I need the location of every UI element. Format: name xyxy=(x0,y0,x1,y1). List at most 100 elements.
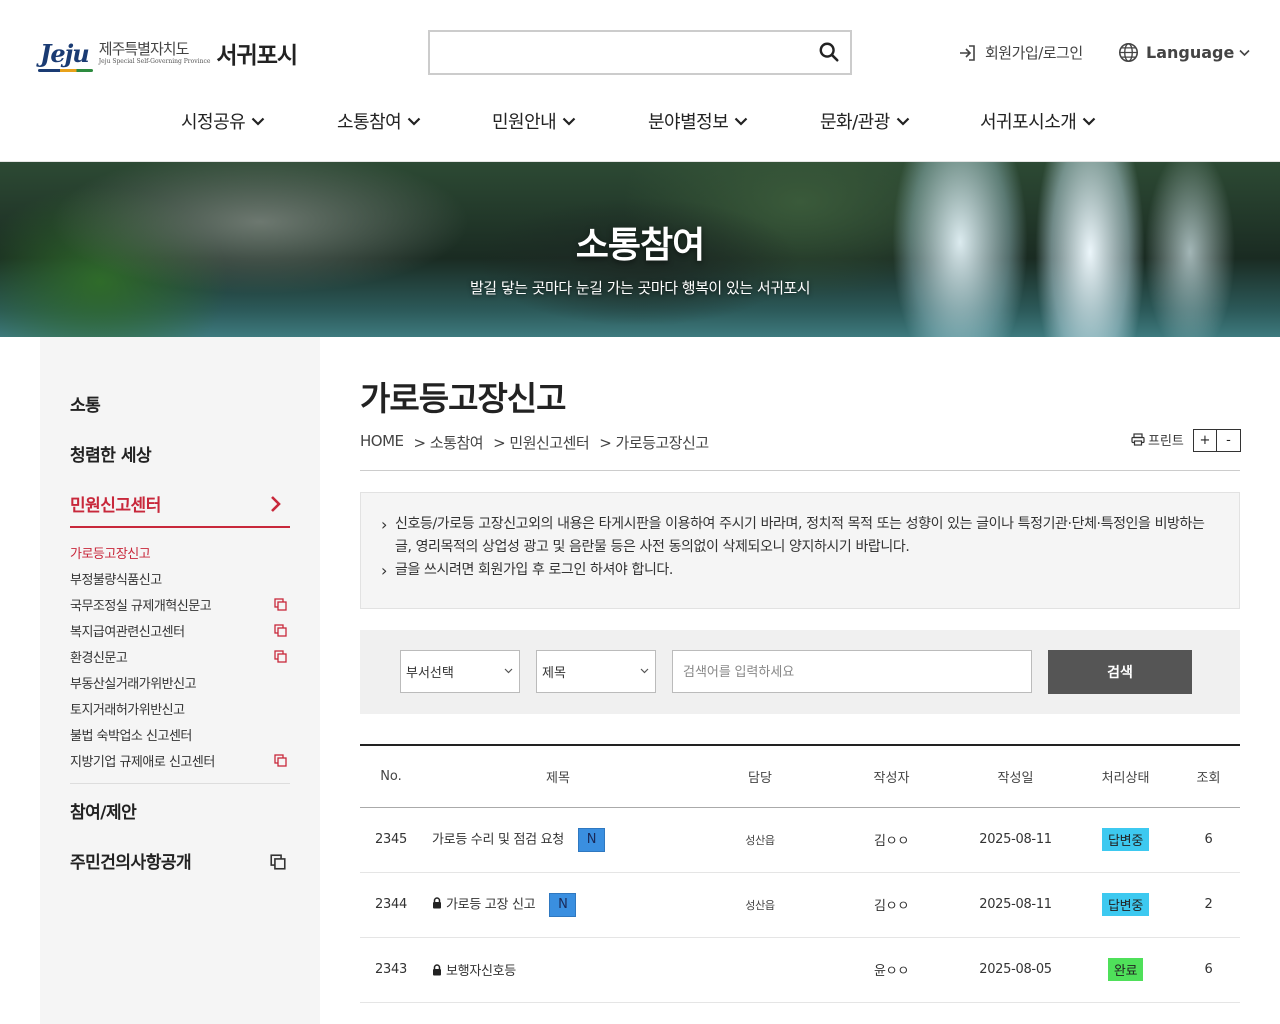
column-header-status: 처리상태 xyxy=(1074,745,1177,808)
sidebar-item-communication[interactable]: 소통 xyxy=(70,391,101,416)
sidebar-subitem-local-business[interactable]: 지방기업 규제애로 신고센터 xyxy=(70,751,215,770)
external-link-icon[interactable] xyxy=(274,754,287,767)
external-link-icon[interactable] xyxy=(270,854,286,870)
nav-label: 민원안내 xyxy=(492,112,557,133)
row-title-link[interactable]: 가로등 수리 및 점검 요청 xyxy=(432,832,564,847)
board-table: No. 제목 담당 작성자 작성일 처리상태 조회 2345 가로등 수리 및 … xyxy=(360,744,1240,1003)
row-dept xyxy=(694,937,826,1003)
external-link-icon[interactable] xyxy=(274,624,287,637)
table-header-row: No. 제목 담당 작성자 작성일 처리상태 조회 xyxy=(360,745,1240,808)
notice-text: 글을 쓰시려면 회원가입 후 로그인 하셔야 합니다. xyxy=(381,559,1219,582)
logo-sub: 제주특별자치도 xyxy=(98,40,190,58)
external-link-icon[interactable] xyxy=(274,598,287,611)
search-button[interactable]: 검색 xyxy=(1048,650,1192,694)
nav-item-share[interactable]: 시정공유 xyxy=(181,108,265,134)
breadcrumb-home[interactable]: HOME xyxy=(360,432,404,453)
nav-item-participation[interactable]: 소통참여 xyxy=(337,108,421,134)
row-title-cell[interactable]: 가로등 수리 및 점검 요청 N xyxy=(422,807,694,873)
printer-icon xyxy=(1131,433,1145,446)
row-status-cell: 완료 xyxy=(1074,937,1177,1003)
row-status-cell: 답변중 xyxy=(1074,872,1177,938)
zoom-controls: + - xyxy=(1193,429,1241,452)
row-author: 김ㅇㅇ xyxy=(826,872,957,938)
row-dept: 성산읍 xyxy=(694,872,826,938)
logo-en: Jeju Special Self-Governing Province xyxy=(98,58,211,65)
sidebar-subitem-regulation[interactable]: 국무조정실 규제개혁신문고 xyxy=(70,595,212,614)
lock-icon xyxy=(433,897,441,909)
field-select-value: 제목 xyxy=(542,666,566,681)
table-row[interactable]: 2344 가로등 고장 신고 N 성산읍 김ㅇㅇ 2025-08-11 답변중 2 xyxy=(360,872,1240,938)
sidebar-subitem-realestate[interactable]: 부동산실거래가위반신고 xyxy=(70,673,197,692)
department-select-value: 부서선택 xyxy=(406,666,454,681)
column-header-author: 작성자 xyxy=(826,745,957,808)
breadcrumb: HOME > 소통참여 > 민원신고센터 > 가로등고장신고 xyxy=(360,432,719,453)
table-row[interactable]: 2343 보행자신호등 윤ㅇㅇ 2025-08-05 완료 6 xyxy=(360,937,1240,1003)
title-divider xyxy=(360,470,1240,471)
new-badge: N xyxy=(549,892,577,917)
print-button[interactable]: 프린트 xyxy=(1131,430,1184,449)
row-no: 2344 xyxy=(360,872,422,938)
header-search xyxy=(428,30,852,75)
row-title-cell[interactable]: 보행자신호등 xyxy=(422,937,694,1003)
field-select[interactable]: 제목 xyxy=(536,650,656,693)
login-label: 회원가입/로그인 xyxy=(985,44,1083,62)
login-icon xyxy=(960,44,975,61)
external-link-icon[interactable] xyxy=(274,650,287,663)
row-dept: 성산읍 xyxy=(694,807,826,873)
status-badge: 답변중 xyxy=(1102,893,1149,916)
banner-title: 소통참여 xyxy=(575,225,705,266)
sidebar: 소통 청렴한 세상 민원신고센터 가로등고장신고 부정불량식품신고 국무조정실 … xyxy=(40,337,320,1024)
sidebar-item-participation[interactable]: 참여/제안 xyxy=(70,798,137,823)
nav-item-culture[interactable]: 문화/관광 xyxy=(820,108,910,134)
zoom-out-button[interactable]: - xyxy=(1217,429,1241,452)
nav-label: 서귀포시소개 xyxy=(980,112,1077,133)
language-selector[interactable]: Language xyxy=(1118,42,1250,63)
column-header-title: 제목 xyxy=(422,745,694,808)
chevron-down-icon xyxy=(1083,117,1096,126)
breadcrumb-item[interactable]: > 소통참여 xyxy=(414,432,484,453)
site-logo[interactable]: Jeju 제주특별자치도 Jeju Special Self-Governing… xyxy=(38,36,298,72)
department-select[interactable]: 부서선택 xyxy=(400,650,520,693)
nav-item-civil[interactable]: 민원안내 xyxy=(492,108,576,134)
row-title-cell[interactable]: 가로등 고장 신고 N xyxy=(422,872,694,938)
breadcrumb-current[interactable]: > 가로등고장신고 xyxy=(599,432,709,453)
nav-item-fields[interactable]: 분야별정보 xyxy=(648,108,748,134)
nav-label: 시정공유 xyxy=(181,112,246,133)
sidebar-subitem-welfare[interactable]: 복지급여관련신고센터 xyxy=(70,621,185,640)
row-title-link[interactable]: 가로등 고장 신고 xyxy=(446,897,536,912)
login-link[interactable]: 회원가입/로그인 xyxy=(958,42,1083,63)
row-date: 2025-08-11 xyxy=(957,807,1074,873)
chevron-down-icon xyxy=(896,117,910,126)
keyword-input[interactable] xyxy=(672,650,1032,693)
breadcrumb-item[interactable]: > 민원신고센터 xyxy=(493,432,590,453)
sidebar-item-resident-suggestions[interactable]: 주민건의사항공개 xyxy=(70,848,192,873)
sidebar-divider xyxy=(70,783,290,784)
sidebar-item-report-center[interactable]: 민원신고센터 xyxy=(70,491,161,516)
chevron-down-icon xyxy=(407,117,421,126)
sidebar-subitem-food[interactable]: 부정불량식품신고 xyxy=(70,569,162,588)
sidebar-subitem-environment[interactable]: 환경신문고 xyxy=(70,647,128,666)
chevron-down-icon xyxy=(504,668,513,674)
row-title-link[interactable]: 보행자신호등 xyxy=(446,964,516,979)
search-icon[interactable] xyxy=(818,41,840,63)
row-date: 2025-08-11 xyxy=(957,872,1074,938)
zoom-in-button[interactable]: + xyxy=(1193,429,1217,452)
sidebar-item-integrity[interactable]: 청렴한 세상 xyxy=(70,441,152,466)
sidebar-subitem-land[interactable]: 토지거래허가위반신고 xyxy=(70,699,185,718)
chevron-down-icon xyxy=(735,117,748,126)
notice-text: 신호등/가로등 고장신고외의 내용은 타게시판을 이용하여 주시기 바라며, 정… xyxy=(381,513,1219,559)
language-label: Language xyxy=(1146,43,1235,62)
status-badge: 완료 xyxy=(1107,958,1144,981)
logo-brand: Jeju xyxy=(38,38,93,72)
table-row[interactable]: 2345 가로등 수리 및 점검 요청 N 성산읍 김ㅇㅇ 2025-08-11 … xyxy=(360,807,1240,873)
column-header-dept: 담당 xyxy=(694,745,826,808)
row-views: 2 xyxy=(1177,872,1240,938)
notice-box: 신호등/가로등 고장신고외의 내용은 타게시판을 이용하여 주시기 바라며, 정… xyxy=(360,492,1240,609)
status-badge: 답변중 xyxy=(1102,828,1149,851)
sidebar-subitem-lodging[interactable]: 불법 숙박업소 신고센터 xyxy=(70,725,192,744)
row-author: 김ㅇㅇ xyxy=(826,807,957,873)
logo-text: 제주특별자치도 Jeju Special Self-Governing Prov… xyxy=(99,40,211,66)
sidebar-subitem-streetlight[interactable]: 가로등고장신고 xyxy=(70,543,151,562)
header-search-input[interactable] xyxy=(430,32,800,73)
nav-item-about[interactable]: 서귀포시소개 xyxy=(980,108,1096,134)
